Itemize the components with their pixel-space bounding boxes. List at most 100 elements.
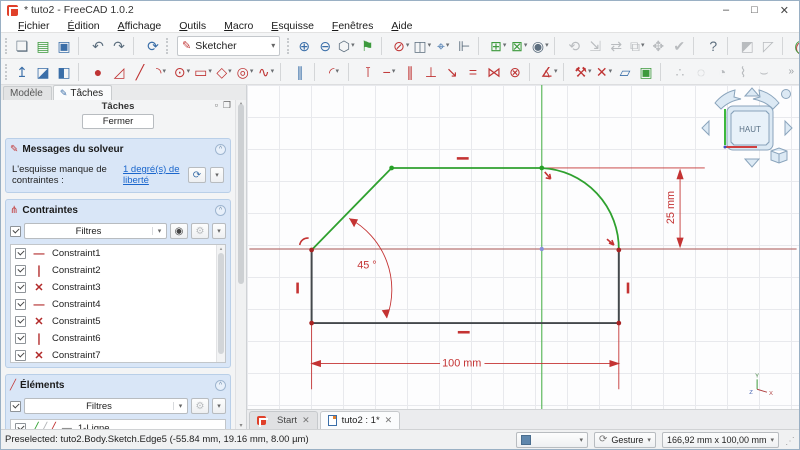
create-point-icon[interactable]: ● — [88, 61, 108, 83]
bspline-comb-icon[interactable]: ◔ — [712, 61, 732, 83]
constraint-checkbox[interactable] — [15, 333, 26, 344]
collapse-icon[interactable]: ^ — [215, 379, 226, 391]
fermer-button[interactable]: Fermer — [82, 114, 154, 129]
sketch-vertices[interactable] — [309, 165, 622, 326]
constraint-checkbox[interactable] — [15, 265, 26, 276]
axonometric-view-icon[interactable]: ⬡ ▾ — [336, 35, 356, 57]
panel-scrollbar[interactable]: ▴ ▾ — [235, 100, 246, 429]
height-dimension[interactable] — [544, 167, 705, 249]
bspline-degree-icon[interactable]: ∴ — [670, 61, 690, 83]
tab-tuto2[interactable]: tuto2 : 1* ✕ — [319, 411, 401, 429]
workbench-selector[interactable]: ✎ Sketcher ▾ — [177, 35, 281, 56]
table-row[interactable]: ❘ Constraint6 — [11, 330, 225, 347]
constrain-tangent-icon[interactable]: ↘ — [442, 61, 462, 83]
constraints-settings-icon[interactable]: ⚙ — [191, 223, 209, 239]
constraint-checkbox[interactable] — [15, 248, 26, 259]
box-zoom-icon[interactable]: ⌖ ▾ — [433, 35, 453, 57]
tab-modele[interactable]: Modèle — [3, 86, 52, 100]
create-rectangle-icon[interactable]: ▭ ▾ — [193, 61, 213, 83]
toolbar-overflow-icon[interactable]: » — [788, 66, 797, 77]
table-row[interactable]: ✕ Constraint5 — [11, 313, 225, 330]
table-row[interactable]: ✕ Constraint7 — [11, 347, 225, 362]
table-row[interactable]: — Constraint1 — [11, 245, 225, 262]
zoom-out-icon[interactable]: ⊖ — [315, 35, 335, 57]
rotate-east-arrow[interactable] — [784, 119, 793, 137]
nav-circle-icon[interactable] — [781, 89, 791, 99]
fit-selection-icon[interactable]: ⚑ — [357, 35, 377, 57]
constrain-parallel-icon[interactable]: ∥ — [400, 61, 420, 83]
table-row[interactable]: — Constraint4 — [11, 296, 225, 313]
nav-cube-label[interactable]: HAUT — [739, 125, 761, 134]
create-circle-icon[interactable]: ⊙ ▾ — [172, 61, 192, 83]
elements-settings-dropdown-icon[interactable]: ▾ — [212, 398, 226, 414]
move-sketch-icon[interactable]: ✥ — [648, 35, 668, 57]
constraint-markers[interactable] — [296, 157, 630, 334]
create-bspline-icon[interactable]: ∿ ▾ — [256, 61, 276, 83]
new-file-icon[interactable]: ❏ — [12, 35, 32, 57]
resize-grip[interactable] — [785, 435, 795, 447]
validate-sketch-icon[interactable]: ✔ — [669, 35, 689, 57]
view-sketch-icon[interactable]: ◧ — [54, 61, 74, 83]
minimize-button[interactable]: – — [723, 4, 729, 17]
undo-icon[interactable]: ↶ — [88, 35, 108, 57]
elements-select-all-checkbox[interactable] — [10, 400, 21, 412]
map-sketch-icon[interactable]: ⟲ — [564, 35, 584, 57]
constraints-filter-combo[interactable]: Filtres ▾ — [24, 223, 167, 239]
construction-mode-icon[interactable]: ∥ — [290, 61, 310, 83]
float-icon[interactable]: ❐ — [223, 100, 231, 111]
constrain-symmetric-icon[interactable]: ⋈ — [484, 61, 504, 83]
constraint-checkbox[interactable] — [15, 299, 26, 310]
show-hide-eye-icon[interactable]: ◉ — [170, 223, 188, 239]
tilt-up-arrow[interactable] — [743, 87, 761, 97]
menu-fichier[interactable]: Fichier — [9, 20, 59, 32]
constraint-checkbox[interactable] — [15, 350, 26, 361]
toolbar-handle[interactable] — [287, 37, 291, 54]
menu-macro[interactable]: Macro — [215, 20, 262, 32]
save-file-icon[interactable]: ▣ — [54, 35, 74, 57]
solver-refresh-icon[interactable]: ⟳ — [188, 167, 206, 183]
close-icon[interactable]: ✕ — [302, 415, 310, 426]
menu-affichage[interactable]: Affichage — [109, 20, 171, 32]
menu-aide[interactable]: Aide — [382, 20, 421, 32]
create-polyline-icon[interactable]: ◿ — [109, 61, 129, 83]
constrain-horizontal-vertical-icon[interactable]: − ▾ — [379, 61, 399, 83]
constraint-checkbox[interactable] — [15, 282, 26, 293]
toggle-active-constraint-icon[interactable]: ✕ ▾ — [594, 61, 614, 83]
internal-geometry-icon[interactable]: ⌣ — [754, 61, 774, 83]
collapse-icon[interactable]: ^ — [215, 143, 226, 155]
table-row[interactable]: ❘ Constraint2 — [11, 262, 225, 279]
mirror-sketch-icon[interactable]: ⇄ — [606, 35, 626, 57]
toolbar-handle[interactable] — [166, 37, 170, 54]
list-item[interactable]: ╱ ╱ ╱ — 1-Ligne — [11, 420, 225, 429]
toolbar-handle[interactable] — [5, 37, 9, 54]
stop-operation-icon[interactable]: ◯ — [792, 35, 799, 57]
tab-taches[interactable]: ✎ Tâches — [52, 85, 113, 100]
refresh-icon[interactable]: ⟳ — [143, 35, 163, 57]
height-dimension-label[interactable]: 25 mm — [665, 191, 677, 224]
constraints-settings-dropdown-icon[interactable]: ▾ — [212, 223, 226, 239]
iso-cube-icon[interactable] — [770, 147, 788, 164]
constrain-equal-icon[interactable]: = — [463, 61, 483, 83]
elements-filter-combo[interactable]: Filtres ▾ — [24, 398, 188, 414]
toggle-construction-geometry-icon[interactable]: ▱ — [615, 61, 635, 83]
measure-icon[interactable]: ⊩ — [454, 35, 474, 57]
dimension-icon[interactable]: ∡ ▾ — [539, 61, 559, 83]
table-row[interactable]: ✕ Constraint3 — [11, 279, 225, 296]
dof-link[interactable]: 1 degré(s) de liberté — [123, 164, 184, 186]
dock-icon[interactable]: ▫ — [215, 100, 218, 111]
menu-outils[interactable]: Outils — [170, 20, 215, 32]
element-checkbox[interactable] — [15, 423, 26, 429]
collapse-icon[interactable]: ^ — [215, 204, 226, 216]
merge-mode-icon[interactable]: ▣ — [636, 61, 656, 83]
elements-settings-icon[interactable]: ⚙ — [191, 398, 209, 414]
menu-esquisse[interactable]: Esquisse — [262, 20, 323, 32]
redo-icon[interactable]: ↷ — [109, 35, 129, 57]
solver-dropdown-icon[interactable]: ▾ — [210, 167, 224, 183]
close-icon[interactable]: ✕ — [385, 415, 393, 426]
render-order-icon[interactable]: ◉ ▾ — [530, 35, 550, 57]
merge-sketches-icon[interactable]: ⇲ — [585, 35, 605, 57]
clone-sketch-icon[interactable]: ⧉ ▾ — [627, 35, 647, 57]
toggle-driving-constraint-icon[interactable]: ⚒ ▾ — [573, 61, 593, 83]
menu-fenetres[interactable]: Fenêtres — [323, 20, 382, 32]
open-file-icon[interactable]: ▤ — [33, 35, 53, 57]
